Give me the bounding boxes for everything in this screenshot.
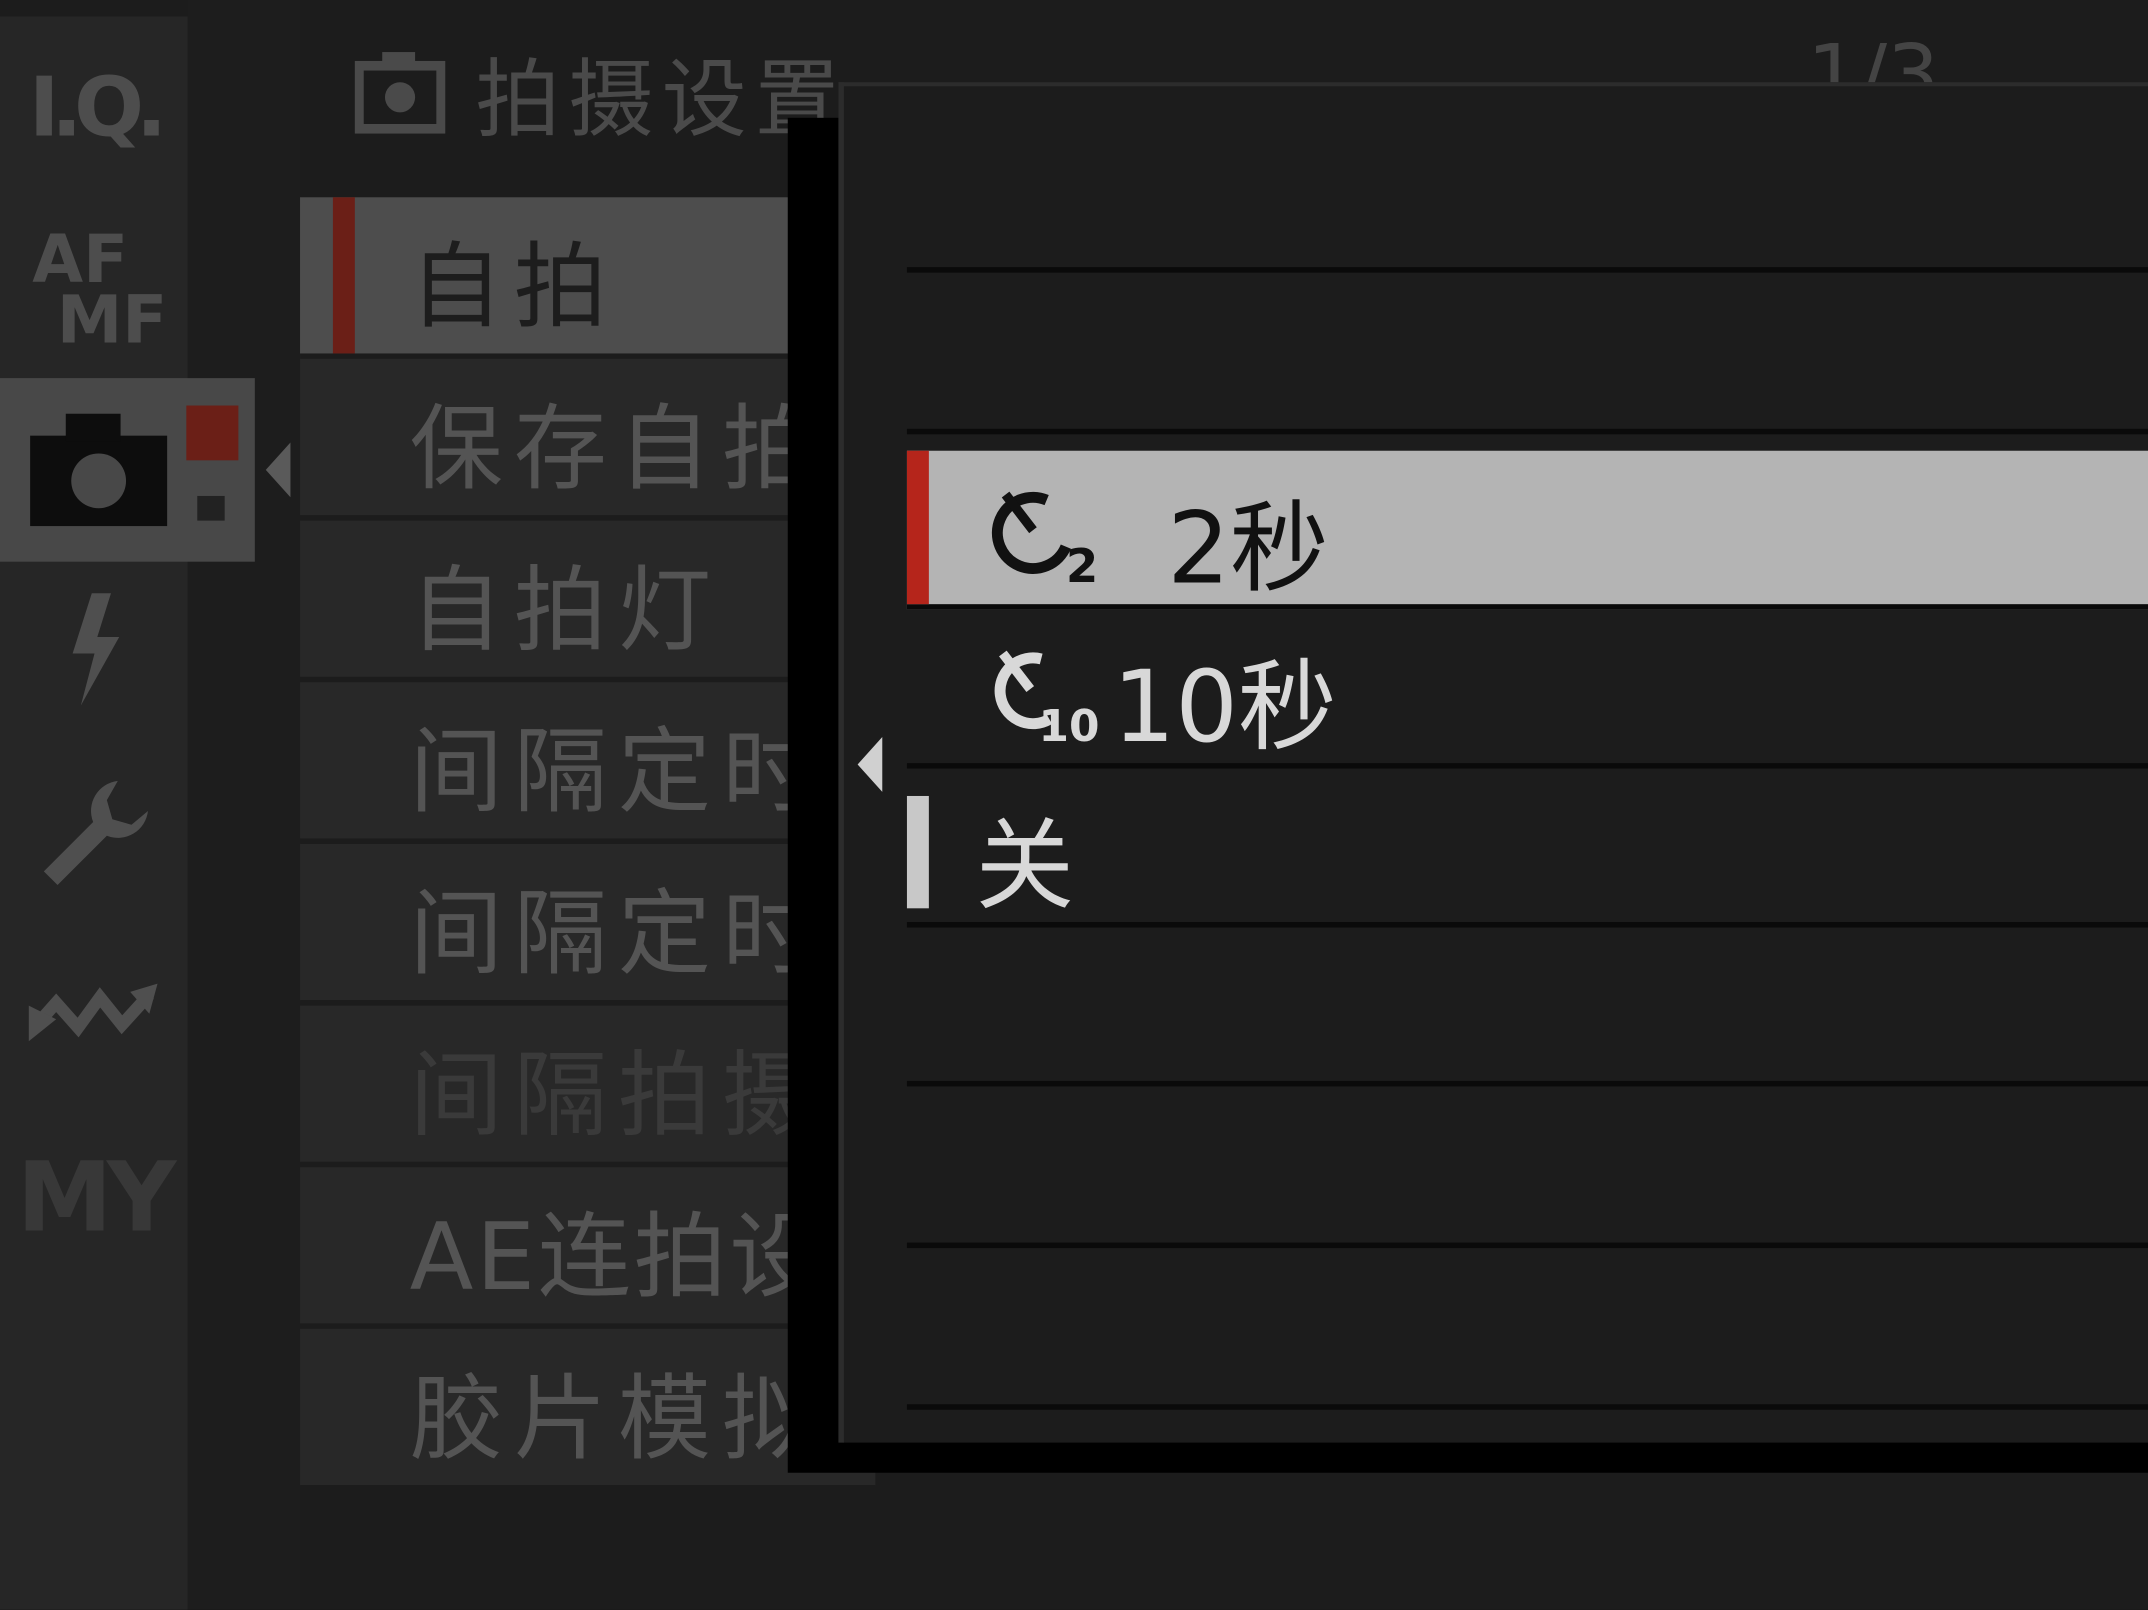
menu-item-label: 自拍灯 (409, 557, 723, 666)
selection-marker (332, 197, 355, 354)
sidebar-gap (187, 0, 301, 1610)
menu-item-label: 胶片模拟 (409, 1365, 827, 1475)
image-quality-icon: I.Q. (28, 60, 167, 157)
timer-2s-icon: 2 (991, 491, 1098, 585)
camera-title-icon (354, 52, 446, 134)
my-menu-icon: MY (16, 1141, 176, 1254)
sidebar-item-my-menu[interactable]: MY (0, 1110, 188, 1285)
popup-option-10s[interactable]: 10 10秒 (906, 610, 2148, 769)
popup-option-empty (906, 1251, 2148, 1410)
flash-icon (71, 593, 119, 706)
menu-item-label: 自拍 (409, 234, 618, 343)
sidebar-item-image-quality[interactable]: I.Q. (0, 21, 188, 196)
af-mf-icon: AF MF (32, 222, 167, 359)
sidebar-item-setup[interactable] (0, 744, 188, 919)
option-label: 2秒 (1167, 490, 1329, 606)
wrench-icon (43, 780, 148, 886)
timer-2s-sub: 2 (1066, 539, 1098, 585)
option-label: 关 (975, 808, 1075, 924)
timer-10s-sub: 10 (1038, 701, 1099, 744)
menu-header: 拍摄设置 (354, 30, 848, 153)
timer-10s-icon: 10 (994, 650, 1099, 744)
menu-item-label: 间隔定时 (409, 719, 827, 828)
popup-option-empty (906, 927, 2148, 1087)
menu-item-label: 间隔定时 (409, 880, 827, 990)
selection-marker (906, 450, 929, 605)
menu-item-label: 保存自拍 (409, 395, 827, 505)
option-label: 10秒 (1112, 649, 1337, 765)
popup-option-off[interactable]: 关 (906, 769, 2148, 928)
sidebar-item-shooting-settings[interactable] (0, 378, 255, 562)
current-setting-marker (906, 795, 929, 909)
camera-icon (30, 405, 239, 527)
self-timer-options-popup: 2 2秒 10 10秒 关 (838, 82, 2148, 1443)
sidebar-item-af-mf[interactable]: AF MF (0, 203, 188, 378)
menu-item-label: AE连拍设 (409, 1204, 826, 1313)
popup-option-empty (906, 1089, 2148, 1249)
sidebar-selected-arrow-icon (265, 442, 291, 498)
popup-arrow-icon (857, 737, 883, 792)
sidebar-item-flash[interactable] (0, 562, 188, 737)
popup-option-empty (906, 275, 2148, 435)
popup-option-empty (906, 114, 2148, 273)
mf-label: MF (56, 282, 168, 359)
menu-item-label: 间隔拍摄 (409, 1042, 827, 1151)
sidebar-item-connection[interactable] (0, 926, 188, 1101)
camera-menu-screen: I.Q. AF MF MY 拍摄设置 1/3 自拍 保存自拍 自拍灯 间隔定时 … (0, 0, 2148, 1610)
popup-option-2s[interactable]: 2 2秒 (906, 450, 2148, 610)
wave-icon (28, 983, 157, 1042)
